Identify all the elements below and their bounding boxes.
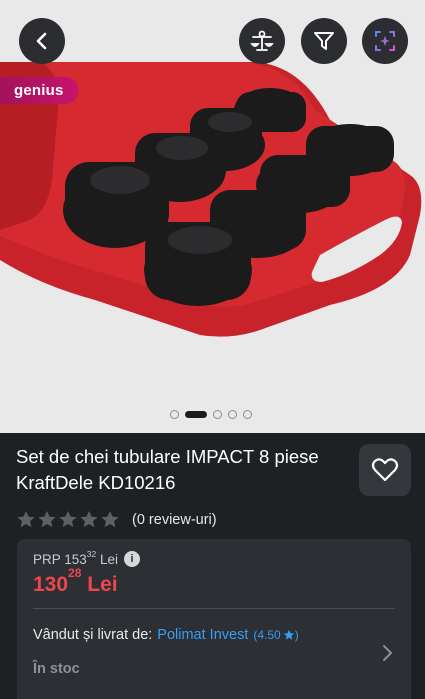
- product-rating[interactable]: (0 review-uri): [16, 510, 217, 529]
- seller-rating[interactable]: (4.50 ): [253, 628, 298, 642]
- product-details: Set de chei tubulare IMPACT 8 piese Kraf…: [0, 433, 425, 699]
- price-main: 130: [33, 573, 69, 596]
- genius-badge: genius: [0, 77, 78, 104]
- prp-cents: 32: [86, 549, 97, 559]
- pagination-dot[interactable]: [228, 410, 237, 419]
- compare-button[interactable]: [239, 18, 285, 64]
- pagination-dot[interactable]: [243, 410, 252, 419]
- rating-stars: [16, 510, 120, 529]
- gallery-pagination[interactable]: [170, 410, 252, 419]
- ai-image-search-button[interactable]: [362, 18, 408, 64]
- star-empty-icon: [59, 511, 77, 528]
- price-card: PRP 153 32 Lei i 13028 Lei Vândut și livr…: [17, 539, 411, 699]
- star-empty-icon: [17, 511, 35, 528]
- chevron-left-icon: [36, 32, 47, 50]
- send-arrow-icon: [314, 32, 334, 50]
- product-image: [0, 62, 422, 337]
- seller-info[interactable]: Vândut și livrat de: Polimat Invest (4.5…: [33, 627, 299, 643]
- seller-name-link[interactable]: Polimat Invest: [157, 627, 248, 643]
- back-button[interactable]: [19, 18, 65, 64]
- compare-scale-icon: [250, 30, 274, 51]
- stock-status: În stoc: [33, 661, 80, 677]
- prp-currency: Lei: [100, 551, 119, 567]
- seller-prefix: Vândut și livrat de:: [33, 627, 153, 643]
- prp-label: PRP 153: [33, 551, 87, 567]
- product-title: Set de chei tubulare IMPACT 8 piese Kraf…: [16, 446, 319, 493]
- price-cents: 28: [68, 566, 82, 580]
- seller-rating-suffix: ): [294, 628, 299, 642]
- pagination-dot[interactable]: [213, 410, 222, 419]
- heart-icon: [371, 458, 399, 482]
- ai-sparkle-icon: [375, 31, 395, 51]
- pagination-dot-active[interactable]: [185, 411, 207, 418]
- pagination-dot[interactable]: [170, 410, 179, 419]
- share-button[interactable]: [301, 18, 347, 64]
- star-empty-icon: [80, 511, 98, 528]
- star-empty-icon: [101, 511, 119, 528]
- product-image-gallery[interactable]: genius: [0, 0, 425, 433]
- recommended-price: PRP 153 32 Lei i: [33, 549, 141, 567]
- product-page: genius Set de chei tubulare IMPACT 8 pie…: [0, 0, 425, 699]
- add-to-favorites-button[interactable]: [359, 444, 411, 496]
- current-price: 13028 Lei: [33, 566, 118, 597]
- info-icon[interactable]: i: [124, 551, 141, 567]
- chevron-right-icon[interactable]: [381, 642, 395, 664]
- price-currency: Lei: [87, 573, 118, 596]
- star-filled-icon: [283, 629, 294, 640]
- star-empty-icon: [38, 511, 56, 528]
- review-count-link[interactable]: (0 review-uri): [132, 512, 217, 528]
- seller-rating-value: (4.50: [253, 628, 281, 642]
- divider: [33, 608, 395, 609]
